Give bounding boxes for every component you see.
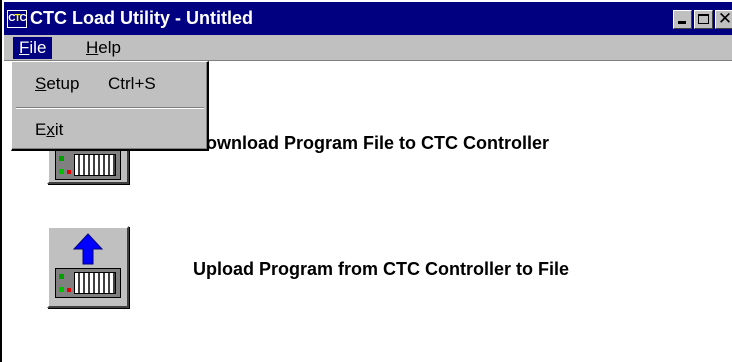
app-window: CTC CTC Load Utility - Untitled ✕ File H… (0, 0, 732, 362)
menu-file-accel: F (19, 38, 30, 57)
upload-label[interactable]: Upload Program from CTC Controller to Fi… (193, 259, 569, 280)
controller-leds (59, 274, 71, 294)
controller-upload-icon (55, 268, 121, 298)
window-title: CTC Load Utility - Untitled (30, 8, 253, 28)
menu-item-setup-label: Setup (35, 72, 79, 96)
led-green (59, 274, 64, 279)
menu-help-label: elp (98, 38, 121, 57)
menu-separator (16, 107, 204, 109)
led-red (67, 170, 71, 174)
close-button[interactable]: ✕ (715, 9, 732, 29)
window-controls: ✕ (673, 9, 732, 29)
exit-accel: x (46, 120, 55, 139)
menu-file-label: ile (29, 38, 47, 57)
controller-leds (59, 156, 71, 176)
led-red (67, 288, 71, 292)
menu-file[interactable]: File (13, 37, 53, 59)
controller-slots (74, 154, 116, 176)
menu-item-setup[interactable]: Setup Ctrl+S (14, 72, 204, 96)
menu-help[interactable]: Help (80, 37, 127, 59)
app-icon[interactable]: CTC (7, 10, 27, 28)
menu-item-exit[interactable]: Exit (14, 118, 204, 142)
setup-accel: S (35, 74, 47, 93)
upload-button[interactable] (47, 226, 129, 308)
download-label[interactable]: ownload Program File to CTC Controller (206, 133, 549, 154)
minimize-button[interactable] (673, 10, 692, 29)
led-green (59, 156, 64, 161)
led-green-2 (59, 169, 64, 174)
minimize-icon (678, 21, 686, 24)
exit-rest: it (54, 120, 64, 139)
menu-help-accel: H (86, 38, 99, 57)
close-icon: ✕ (717, 9, 732, 28)
led-green-2 (59, 287, 64, 292)
menu-bar: File Help (4, 35, 732, 61)
maximize-icon (698, 14, 709, 24)
exit-pre: E (35, 120, 47, 139)
maximize-button[interactable] (694, 10, 713, 29)
upload-arrow-icon (72, 233, 104, 265)
menu-item-setup-shortcut: Ctrl+S (108, 74, 156, 93)
title-bar[interactable]: CTC CTC Load Utility - Untitled ✕ (4, 2, 732, 35)
controller-download-icon (55, 150, 121, 180)
menu-item-exit-label: Exit (35, 118, 63, 142)
controller-slots (74, 272, 116, 294)
app-icon-letter-c2: C (19, 13, 27, 24)
setup-rest: etup (46, 74, 80, 93)
file-menu-dropdown: Setup Ctrl+S Exit (11, 61, 209, 151)
